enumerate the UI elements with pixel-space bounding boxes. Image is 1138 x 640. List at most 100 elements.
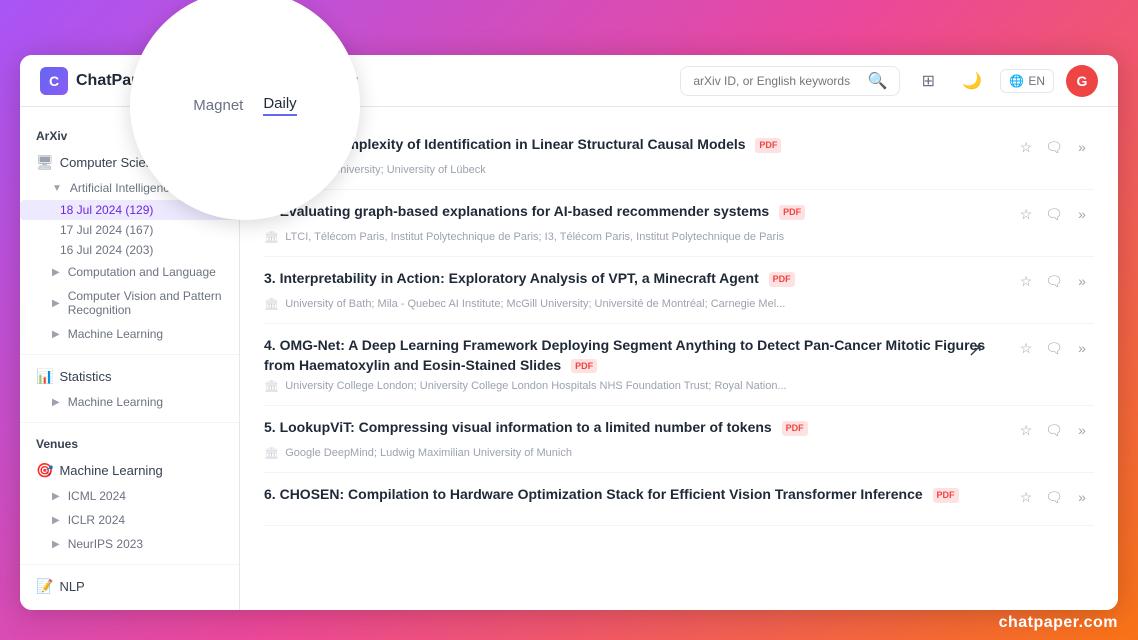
expand-btn[interactable]: » [1070, 485, 1094, 509]
paper-title: 6. CHOSEN: Compilation to Hardware Optim… [264, 485, 1006, 505]
paper-actions: ☆ 🗨 » [1014, 202, 1094, 226]
tooltip-content: Magnet Daily [193, 95, 296, 116]
star-btn[interactable]: ☆ [1014, 336, 1038, 360]
paper-title-row: 3. Interpretability in Action: Explorato… [264, 269, 1094, 293]
star-btn[interactable]: ☆ [1014, 202, 1038, 226]
paper-title: 4. OMG-Net: A Deep Learning Framework De… [264, 336, 1006, 375]
paper-title-row: 2. Evaluating graph-based explanations f… [264, 202, 1094, 226]
pdf-badge: PDF [755, 138, 781, 153]
dark-mode-btn[interactable]: 🌙 [956, 65, 988, 97]
chevron-right-icon-ml: ▶ [52, 329, 60, 340]
paper-item: 2. Evaluating graph-based explanations f… [264, 190, 1094, 257]
search-bar: 🔍 [680, 66, 900, 96]
comment-btn[interactable]: 🗨 [1042, 269, 1066, 293]
search-icon: 🔍 [867, 71, 887, 91]
comment-btn[interactable]: 🗨 [1042, 418, 1066, 442]
sidebar-item-computation-language[interactable]: ▶ Computation and Language [20, 260, 239, 284]
computer-icon: 🖥 [36, 154, 54, 171]
paper-item: 1. On the Complexity of Identification i… [264, 123, 1094, 190]
paper-meta: 🏛 University of Bath; Mila - Quebec AI I… [264, 297, 1094, 311]
sidebar-item-statistics[interactable]: 📊 Statistics [20, 363, 239, 390]
expand-btn[interactable]: » [1070, 418, 1094, 442]
paper-title: 5. LookupViT: Compressing visual informa… [264, 418, 1006, 438]
sidebar-item-neurips[interactable]: ▶ NeurIPS 2023 [20, 532, 239, 556]
expand-btn[interactable]: » [1070, 336, 1094, 360]
sidebar-item-icml[interactable]: ▶ ICML 2024 [20, 484, 239, 508]
star-btn[interactable]: ☆ [1014, 135, 1038, 159]
paper-actions: ☆ 🗨 » [1014, 135, 1094, 159]
chevron-right-icon: ▶ [52, 267, 60, 278]
expand-btn[interactable]: » [1070, 135, 1094, 159]
paper-title-row: 1. On the Complexity of Identification i… [264, 135, 1094, 159]
avatar[interactable]: G [1066, 65, 1098, 97]
cv-label: Computer Vision and Pattern Recognition [68, 289, 223, 317]
iclr-label: ICLR 2024 [68, 513, 125, 527]
paper-authors: LTCI, Télécom Paris, Institut Polytechni… [285, 231, 784, 243]
paper-item: 4. OMG-Net: A Deep Learning Framework De… [264, 324, 1094, 406]
pdf-badge: PDF [782, 421, 808, 436]
ml-cs-label: Machine Learning [68, 327, 163, 341]
globe-icon: 🌐 [1009, 74, 1024, 88]
lang-label: EN [1028, 74, 1045, 88]
paper-meta: 🏛 University College London; University … [264, 379, 1094, 393]
chevron-right-icon-stats: ▶ [52, 397, 60, 408]
paper-title-row: 6. CHOSEN: Compilation to Hardware Optim… [264, 485, 1094, 509]
star-btn[interactable]: ☆ [1014, 269, 1038, 293]
pdf-badge: PDF [779, 205, 805, 220]
pdf-badge: PDF [933, 488, 959, 503]
nlp-label: NLP [59, 579, 84, 594]
sidebar-item-cv[interactable]: ▶ Computer Vision and Pattern Recognitio… [20, 284, 239, 322]
date-jul17[interactable]: 17 Jul 2024 (167) [20, 220, 239, 240]
paper-actions: ☆ 🗨 » [1014, 485, 1094, 509]
paper-actions: ☆ 🗨 » [1014, 418, 1094, 442]
paper-item: 6. CHOSEN: Compilation to Hardware Optim… [264, 473, 1094, 526]
search-input[interactable] [693, 74, 861, 88]
expand-btn[interactable]: » [1070, 269, 1094, 293]
stats-label: Statistics [59, 369, 111, 384]
sidebar-item-iclr[interactable]: ▶ ICLR 2024 [20, 508, 239, 532]
comment-btn[interactable]: 🗨 [1042, 202, 1066, 226]
date-jul16[interactable]: 16 Jul 2024 (203) [20, 240, 239, 260]
ml-stats-label: Machine Learning [68, 395, 163, 409]
comment-btn[interactable]: 🗨 [1042, 485, 1066, 509]
paper-authors: University College London; University Co… [285, 380, 786, 392]
institution-icon: 🏛 [264, 230, 279, 244]
comp-lang-label: Computation and Language [68, 265, 216, 279]
venues-label: Venues [20, 431, 239, 457]
sidebar-item-ml-cs[interactable]: ▶ Machine Learning [20, 322, 239, 346]
institution-icon: 🏛 [264, 297, 279, 311]
arxiv-text: ArXiv [36, 129, 67, 143]
tooltip-daily[interactable]: Daily [263, 95, 296, 116]
grid-icon-btn[interactable]: ⊞ [912, 65, 944, 97]
chevron-right-icml: ▶ [52, 491, 60, 502]
tooltip-magnet[interactable]: Magnet [193, 97, 243, 114]
pdf-badge: PDF [571, 359, 597, 374]
icml-label: ICML 2024 [68, 489, 126, 503]
paper-meta: 🏛 Saarland University; University of Lüb… [264, 163, 1094, 177]
chevron-down-icon: ▼ [52, 183, 62, 194]
venues-text: Venues [36, 437, 78, 451]
nlp-icon: 📝 [36, 578, 53, 595]
header-right: 🔍 ⊞ 🌙 🌐 EN G [680, 65, 1098, 97]
paper-meta: 🏛 Google DeepMind; Ludwig Maximilian Uni… [264, 446, 1094, 460]
comment-btn[interactable]: 🗨 [1042, 336, 1066, 360]
lang-btn[interactable]: 🌐 EN [1000, 69, 1054, 93]
expand-btn[interactable]: » [1070, 202, 1094, 226]
logo-icon: C [40, 67, 68, 95]
tooltip-popup: Magnet Daily [130, 0, 360, 220]
sidebar-item-nlp[interactable]: 📝 NLP [20, 573, 239, 600]
sidebar-item-ml-stats[interactable]: ▶ Machine Learning [20, 390, 239, 414]
paper-item: 5. LookupViT: Compressing visual informa… [264, 406, 1094, 473]
paper-authors: University of Bath; Mila - Quebec AI Ins… [285, 298, 785, 310]
paper-title: 3. Interpretability in Action: Explorato… [264, 269, 1006, 289]
star-btn[interactable]: ☆ [1014, 485, 1038, 509]
star-btn[interactable]: ☆ [1014, 418, 1038, 442]
comment-btn[interactable]: 🗨 [1042, 135, 1066, 159]
brand-text: chatpaper.com [999, 614, 1118, 631]
paper-actions: ☆ 🗨 » [1014, 269, 1094, 293]
content: 1. On the Complexity of Identification i… [240, 107, 1118, 610]
chevron-right-icon-cv: ▶ [52, 298, 60, 309]
sidebar-venues-ml[interactable]: 🎯 Machine Learning [20, 457, 239, 484]
paper-meta: 🏛 LTCI, Télécom Paris, Institut Polytech… [264, 230, 1094, 244]
paper-title: 1. On the Complexity of Identification i… [264, 135, 1006, 155]
